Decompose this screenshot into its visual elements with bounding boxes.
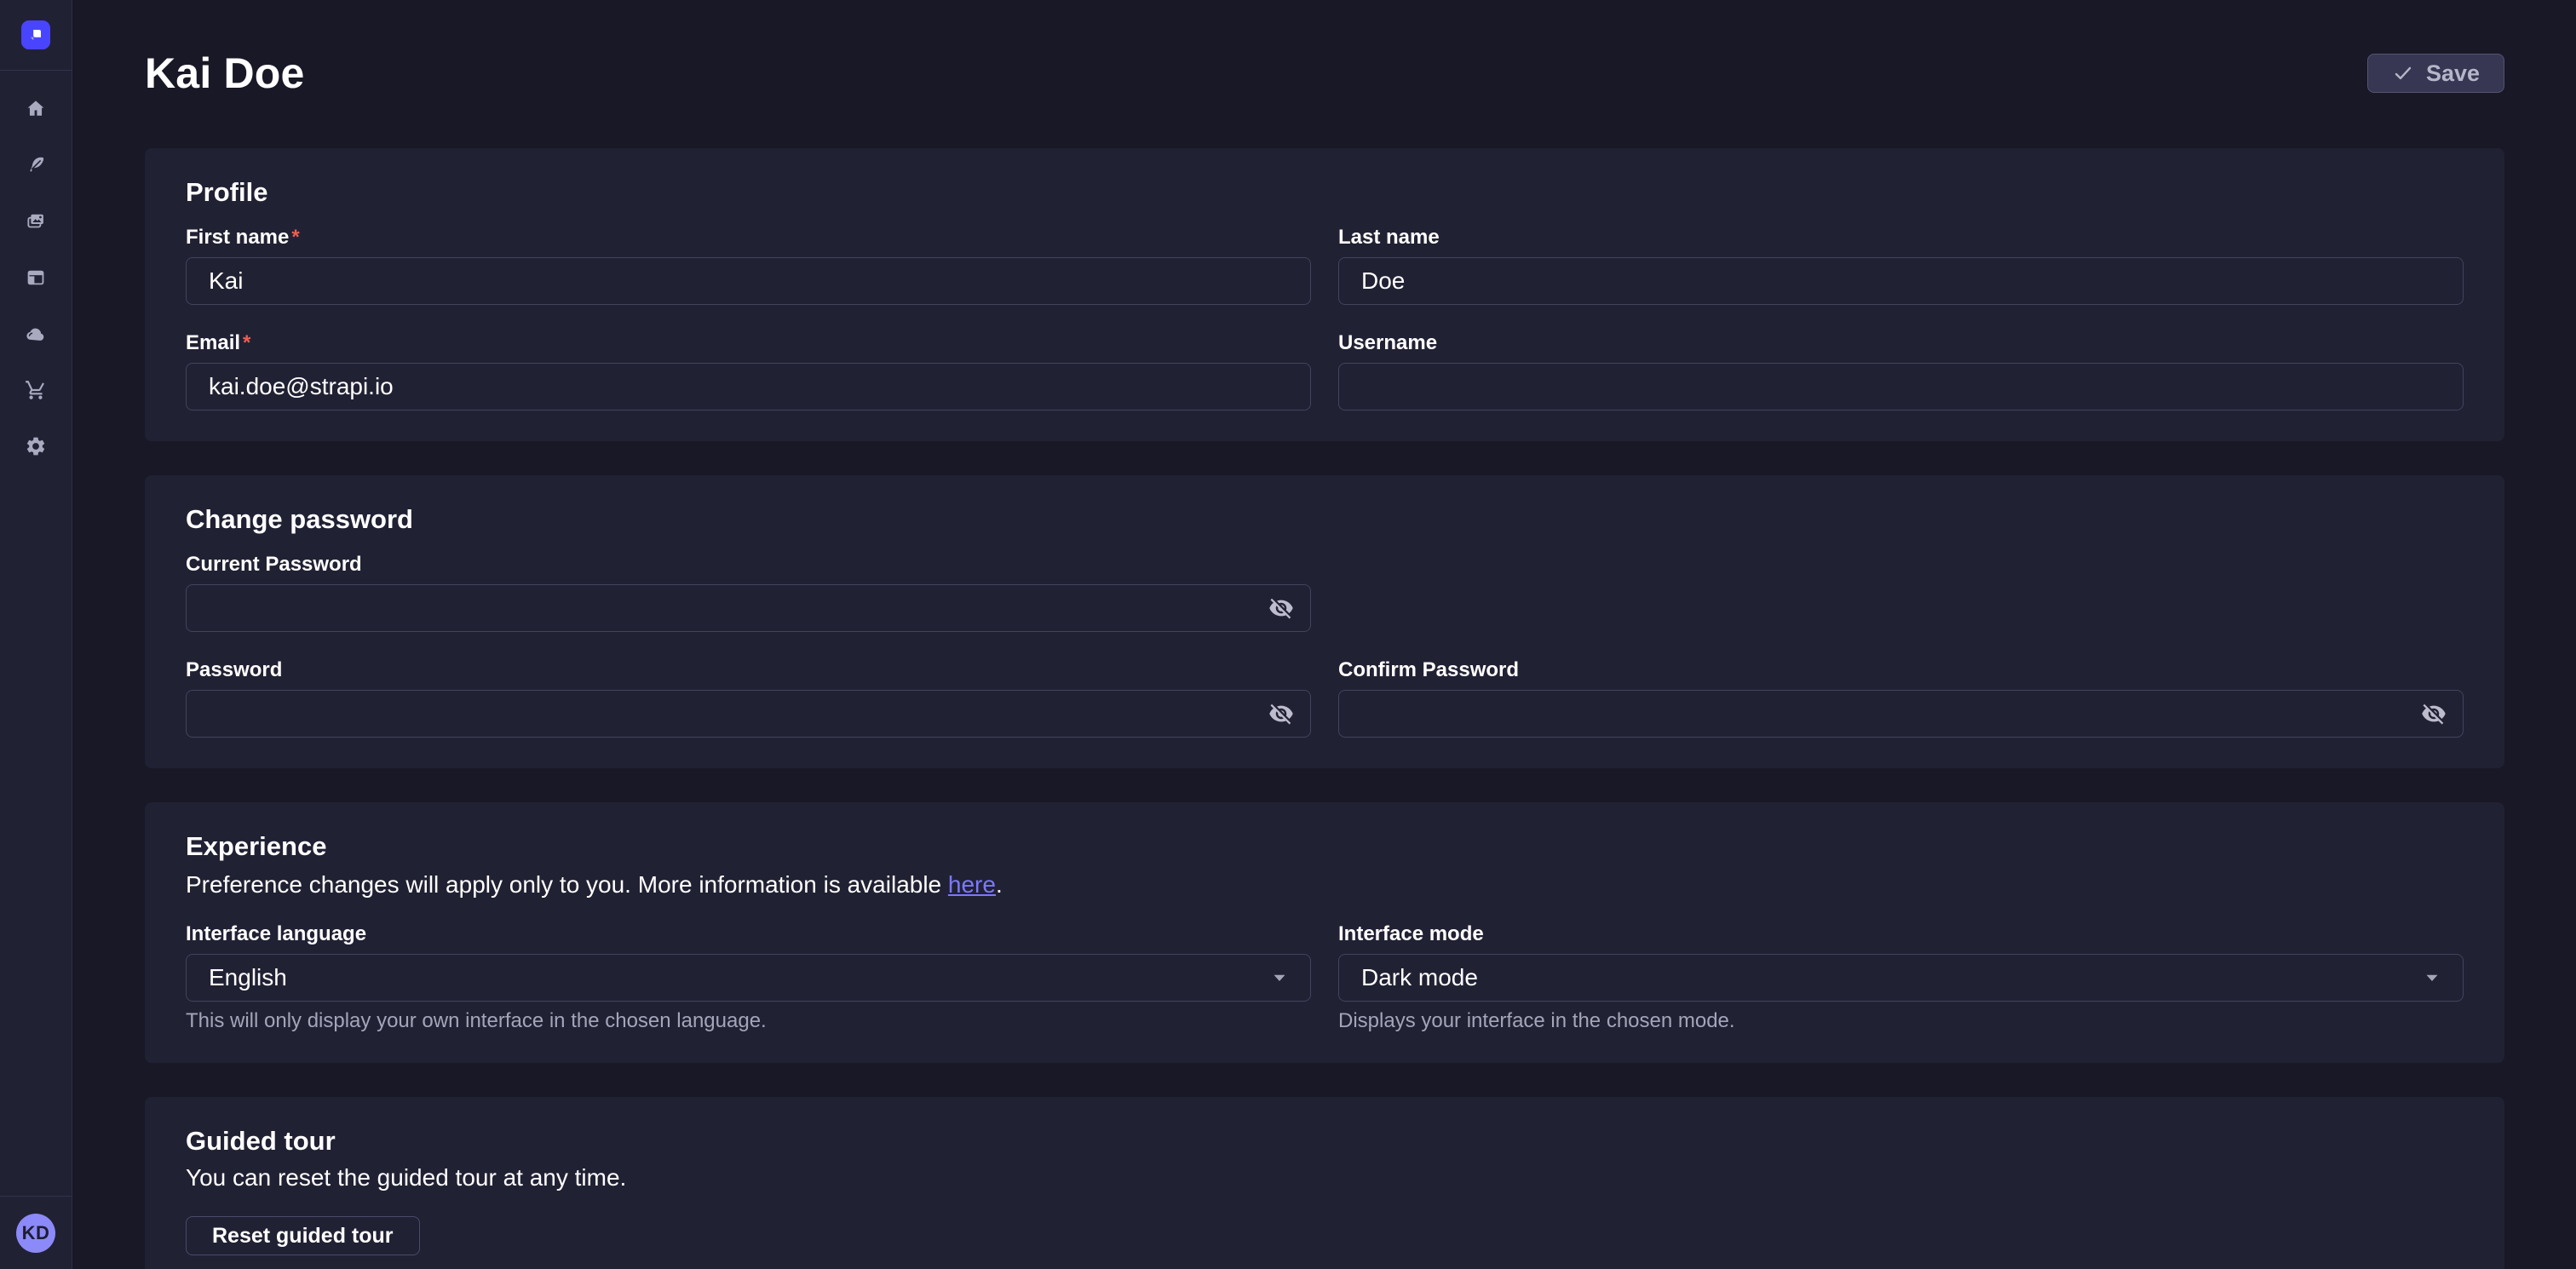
feather-icon [25,154,47,176]
confirm-password-input[interactable] [1338,690,2464,738]
interface-mode-select[interactable]: Dark mode [1338,954,2464,1002]
required-marker: * [291,227,299,249]
sidebar-item-settings[interactable] [19,435,53,457]
more-information-link[interactable]: here [948,871,996,898]
sidebar-nav [0,71,72,1196]
check-icon [2392,62,2414,84]
marketplace-cart-icon [25,379,47,401]
interface-language-hint: This will only display your own interfac… [186,1010,1311,1032]
eye-slash-icon [1268,701,1294,726]
interface-mode-field: Interface mode Dark mode Displays your i… [1338,923,2464,1032]
settings-gear-icon [25,435,47,457]
current-password-label: Current Password [186,554,362,576]
first-name-field: First name * [186,227,1311,305]
profile-card: Profile First name * Last name Email * [145,148,2504,441]
guided-tour-card: Guided tour You can reset the guided tou… [145,1097,2504,1269]
cloud-icon [25,323,47,345]
sidebar-item-media-library[interactable] [19,210,53,233]
guided-tour-section-title: Guided tour [186,1128,2464,1155]
change-password-section-title: Change password [186,506,2464,533]
sidebar: KD [0,0,72,1269]
current-password-field: Current Password [186,554,1311,632]
new-password-input[interactable] [186,690,1311,738]
home-icon [25,98,47,120]
eye-slash-icon [1268,595,1294,621]
page-header: Kai Doe Save [145,48,2504,99]
username-input[interactable] [1338,363,2464,411]
last-name-field: Last name [1338,227,2464,305]
email-label: Email [186,332,240,354]
current-password-input[interactable] [186,584,1311,632]
reset-guided-tour-button[interactable]: Reset guided tour [186,1216,420,1255]
new-password-field: Password [186,659,1311,738]
interface-mode-hint: Displays your interface in the chosen mo… [1338,1010,2464,1032]
main-content: Kai Doe Save Profile First name * Last n… [72,0,2576,1269]
first-name-input[interactable] [186,257,1311,305]
experience-card: Experience Preference changes will apply… [145,802,2504,1063]
change-password-card: Change password Current Password [145,475,2504,768]
interface-mode-label: Interface mode [1338,923,1484,945]
sidebar-user-area: KD [0,1196,72,1269]
save-button[interactable]: Save [2367,54,2504,93]
username-label: Username [1338,332,1437,354]
interface-language-field: Interface language English This will onl… [186,923,1311,1032]
email-input[interactable] [186,363,1311,411]
interface-language-value: English [209,964,287,991]
toggle-confirm-password-visibility-button[interactable] [2418,698,2450,730]
sidebar-item-home[interactable] [19,98,53,120]
guided-tour-description: You can reset the guided tour at any tim… [186,1165,2464,1191]
strapi-logo-icon [26,25,46,45]
toggle-current-password-visibility-button[interactable] [1265,592,1297,624]
page-title: Kai Doe [145,48,305,99]
toggle-new-password-visibility-button[interactable] [1265,698,1297,730]
username-field: Username [1338,332,2464,411]
sidebar-item-cloud[interactable] [19,323,53,345]
profile-section-title: Profile [186,179,2464,206]
confirm-password-label: Confirm Password [1338,659,1519,681]
email-field: Email * [186,332,1311,411]
confirm-password-field: Confirm Password [1338,659,2464,738]
experience-subtitle: Preference changes will apply only to yo… [186,870,2464,899]
interface-mode-value: Dark mode [1361,964,1478,991]
interface-language-select[interactable]: English [186,954,1311,1002]
new-password-label: Password [186,659,282,681]
sidebar-logo-area [0,0,72,71]
media-library-icon [25,210,47,233]
layout-icon [25,267,47,289]
save-button-label: Save [2426,60,2480,87]
eye-slash-icon [2421,701,2447,726]
experience-section-title: Experience [186,833,2464,860]
strapi-logo-button[interactable] [21,20,50,49]
first-name-label: First name [186,227,289,249]
caret-down-icon [1269,968,1290,988]
sidebar-item-content-manager[interactable] [19,154,53,176]
required-marker: * [243,332,250,354]
interface-language-label: Interface language [186,923,366,945]
last-name-label: Last name [1338,227,1440,249]
sidebar-item-content-type-builder[interactable] [19,267,53,289]
avatar[interactable]: KD [16,1214,55,1253]
sidebar-item-marketplace[interactable] [19,379,53,401]
last-name-input[interactable] [1338,257,2464,305]
caret-down-icon [2422,968,2442,988]
